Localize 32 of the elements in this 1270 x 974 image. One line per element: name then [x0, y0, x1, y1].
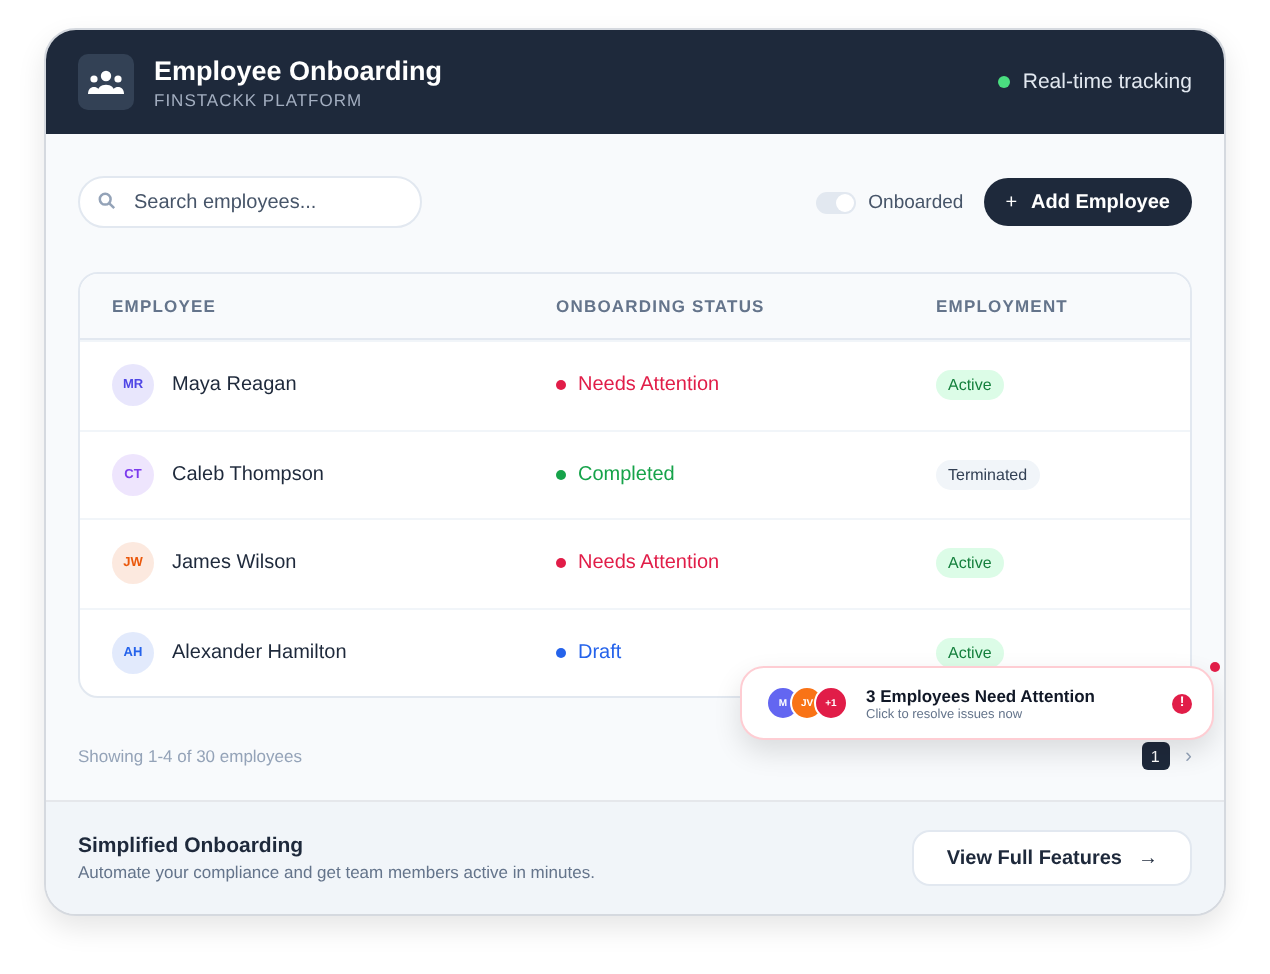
employment-tag: Active: [936, 370, 1004, 401]
status-label: Needs Attention: [578, 374, 720, 397]
employee-name: Maya Reagan: [172, 374, 297, 397]
people-icon: [88, 70, 124, 94]
status-label: Needs Attention: [578, 552, 720, 575]
search-icon: [98, 192, 116, 210]
column-header: EMPLOYEE: [112, 296, 219, 316]
column-header: EMPLOYMENT: [936, 296, 1070, 316]
live-dot-icon: [998, 76, 1011, 88]
banner-title: Simplified Onboarding: [78, 834, 306, 858]
page-button[interactable]: 1: [1141, 742, 1170, 770]
notification-dot-icon: [1210, 662, 1220, 672]
employee-name: Caleb Thompson: [172, 463, 324, 486]
status-label: Completed: [578, 463, 675, 486]
add-employee-button[interactable]: + Add Employee: [983, 178, 1192, 226]
view-features-button[interactable]: View Full Features →: [912, 830, 1192, 886]
showing-count: Showing 1-4 of 30 employees: [78, 746, 302, 766]
employment-tag: Active: [936, 548, 1004, 579]
toggle-label: Onboarded: [868, 191, 964, 213]
status-label: Draft: [578, 641, 622, 664]
employment-tag: Terminated: [936, 459, 1040, 490]
employee-name: Alexander Hamilton: [172, 641, 347, 664]
live-label: Real-time tracking: [1022, 70, 1192, 94]
onboarded-toggle[interactable]: [816, 191, 857, 213]
employment-tag: Active: [936, 637, 1004, 668]
toast-title: 3 Employees Need Attention: [866, 685, 1097, 705]
search-field[interactable]: Search employees...: [78, 176, 422, 228]
employee-name: James Wilson: [172, 552, 297, 575]
banner-text: Automate your compliance and get team members active in minutes.: [78, 862, 595, 882]
column-header: ONBOARDING STATUS: [556, 296, 767, 316]
app-subtitle: FINSTACKK PLATFORM: [154, 89, 365, 109]
app-title: Employee Onboarding: [154, 55, 445, 85]
